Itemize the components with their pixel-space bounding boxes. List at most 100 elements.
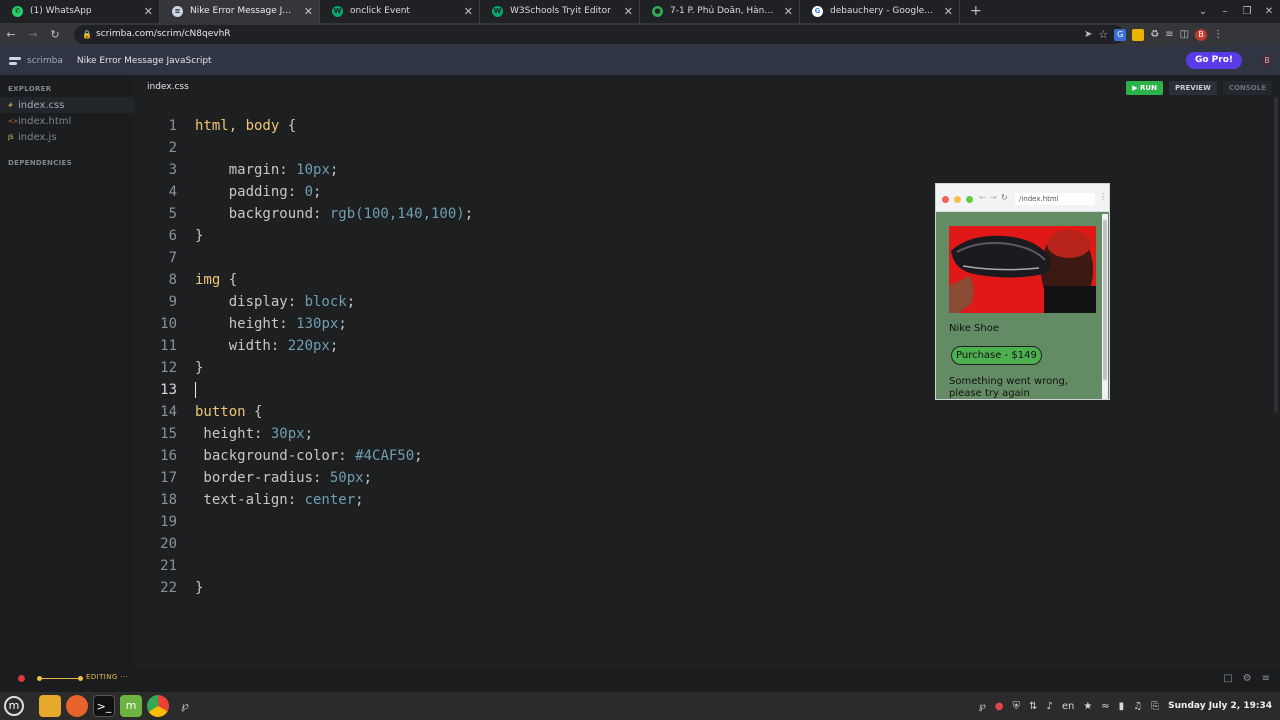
- mint-menu-icon[interactable]: m: [4, 696, 24, 716]
- terminal-icon[interactable]: >_: [93, 695, 115, 717]
- firefox-icon[interactable]: [66, 695, 88, 717]
- timeline-handle[interactable]: [78, 676, 83, 681]
- code-token: 130px: [296, 316, 339, 332]
- preview-reload-icon[interactable]: ↻: [1001, 193, 1008, 202]
- tab-close-icon[interactable]: ✕: [144, 0, 153, 23]
- browser-tab[interactable]: Gdebauchery - Google Search ✕: [800, 0, 960, 23]
- tab-search-icon[interactable]: ⌄: [1192, 0, 1214, 23]
- run-button[interactable]: ▶ RUN: [1126, 81, 1163, 95]
- bookmark-star-icon[interactable]: ☆: [1098, 28, 1108, 41]
- os-taskbar: m >_ m ℘ ℘ ● ⛨ ⇅ ♪ en ★ ≈ ▮ ♫ ⎘ Sunday J…: [0, 692, 1280, 720]
- line-number: 11: [160, 338, 177, 354]
- line-number: 14: [160, 404, 177, 420]
- close-window-icon[interactable]: ✕: [1258, 0, 1280, 23]
- chrome-menu-icon[interactable]: ⋮: [1213, 29, 1223, 40]
- preview-menu-icon[interactable]: ⋮: [1099, 192, 1107, 201]
- record-icon[interactable]: [18, 675, 25, 682]
- preview-url[interactable]: /index.html: [1015, 193, 1095, 205]
- preview-back-icon[interactable]: ←: [979, 193, 986, 202]
- code-token: text-align:: [195, 492, 305, 508]
- code-token: 50px: [329, 470, 364, 486]
- browser-tab[interactable]: Wonclick Event ✕: [320, 0, 480, 23]
- file-list: # index.css <> index.html JS index.js: [0, 97, 134, 145]
- tab-close-icon[interactable]: ✕: [624, 0, 633, 23]
- extensions-puzzle-icon[interactable]: ♻: [1150, 29, 1159, 40]
- scrimba-icon: ≡: [172, 6, 183, 17]
- purchase-button[interactable]: Purchase - $149: [951, 346, 1042, 365]
- share-icon[interactable]: ➤: [1084, 29, 1092, 40]
- preview-scroll-thumb[interactable]: [1103, 220, 1107, 380]
- browser-tab[interactable]: W W3Schools Tryit Editor ✕: [480, 0, 640, 23]
- translate-extension-icon[interactable]: G: [1114, 28, 1127, 41]
- browser-tab[interactable]: ✆ (1) WhatsApp ✕: [0, 0, 160, 23]
- scrimba-brand-text: scrimba: [27, 55, 63, 66]
- tab-close-icon[interactable]: ✕: [304, 0, 313, 23]
- scrimba-logo[interactable]: scrimba: [9, 56, 63, 66]
- reading-list-icon[interactable]: ≡: [1165, 29, 1173, 40]
- chrome-icon[interactable]: [147, 695, 169, 717]
- shield-icon[interactable]: ⛨: [1013, 701, 1021, 712]
- settings-gear-icon[interactable]: ⚙: [1243, 673, 1252, 684]
- line-number: 19: [160, 514, 177, 530]
- timeline-track[interactable]: [37, 678, 81, 679]
- recorder-icon[interactable]: ●: [995, 701, 1004, 712]
- restore-icon[interactable]: ❐: [1236, 0, 1258, 23]
- go-pro-button[interactable]: Go Pro!: [1185, 52, 1242, 69]
- tray-app-icon[interactable]: ℘: [979, 701, 986, 712]
- minimize-dot-icon[interactable]: [954, 196, 961, 203]
- tab-close-icon[interactable]: ✕: [784, 0, 793, 23]
- clipboard-icon[interactable]: ⎘: [1151, 701, 1159, 712]
- forward-icon[interactable]: →: [22, 28, 44, 41]
- tab-close-icon[interactable]: ✕: [944, 0, 953, 23]
- url-input[interactable]: 🔒 scrimba.com/scrim/cN8qevhR: [74, 25, 1124, 44]
- wifi-icon[interactable]: ≈: [1101, 701, 1109, 712]
- user-avatar[interactable]: B: [1260, 54, 1274, 68]
- mint-app-icon[interactable]: m: [120, 695, 142, 717]
- reload-icon[interactable]: ↻: [44, 28, 66, 41]
- minimize-icon[interactable]: –: [1214, 0, 1236, 23]
- run-label: RUN: [1140, 84, 1157, 92]
- browser-tab[interactable]: ≡ Nike Error Message JavaScri ✕: [160, 0, 320, 23]
- side-panel-icon[interactable]: ◫: [1180, 29, 1189, 40]
- language-indicator[interactable]: en: [1062, 701, 1075, 712]
- preview-titlebar: ← → ↻ /index.html ⋮: [936, 184, 1109, 212]
- error-message: Something went wrong, please try again: [949, 376, 1068, 399]
- editor-scrollbar[interactable]: [1274, 97, 1278, 413]
- music-icon[interactable]: ♫: [1133, 701, 1142, 712]
- files-folder-icon[interactable]: [39, 695, 61, 717]
- system-clock[interactable]: Sunday July 2, 19:34: [1168, 701, 1272, 711]
- file-item[interactable]: <> index.html: [0, 113, 134, 129]
- bookmark-icon[interactable]: □: [1223, 673, 1232, 684]
- code-token: html, body: [195, 118, 288, 134]
- network-icon[interactable]: ⇅: [1029, 701, 1037, 712]
- line-number: 20: [160, 536, 177, 552]
- favorite-star-icon[interactable]: ★: [1083, 701, 1092, 712]
- text-caret: [195, 382, 196, 398]
- preview-window[interactable]: ← → ↻ /index.html ⋮ Nike Shoe Purchase -…: [935, 183, 1110, 400]
- new-tab-icon[interactable]: +: [960, 0, 992, 23]
- pinned-app-icon[interactable]: ℘: [174, 695, 196, 717]
- back-icon[interactable]: ←: [0, 28, 22, 41]
- maximize-dot-icon[interactable]: [966, 196, 973, 203]
- preview-forward-icon[interactable]: →: [990, 193, 997, 202]
- profile-avatar[interactable]: B: [1195, 28, 1208, 41]
- file-item[interactable]: JS index.js: [0, 129, 134, 145]
- battery-icon[interactable]: ▮: [1119, 701, 1125, 712]
- preview-scrollbar[interactable]: [1102, 214, 1108, 399]
- file-item[interactable]: # index.css: [0, 97, 134, 113]
- browser-tab[interactable]: ● 7-1 P. Phủ Doãn, Hàng Bông, ✕: [640, 0, 800, 23]
- scrimba-header: scrimba Nike Error Message JavaScript Go…: [0, 46, 1280, 75]
- volume-icon[interactable]: ♪: [1046, 701, 1052, 712]
- extension-yellow-icon[interactable]: [1132, 28, 1145, 41]
- preview-button[interactable]: PREVIEW: [1168, 81, 1217, 95]
- dependencies-label[interactable]: DEPENDENCIES: [8, 159, 134, 167]
- console-button[interactable]: CONSOLE: [1222, 81, 1272, 95]
- editing-status: EDITING ···: [86, 673, 129, 681]
- close-dot-icon[interactable]: [942, 196, 949, 203]
- editor-tab-index-css[interactable]: index.css: [147, 82, 189, 92]
- tab-close-icon[interactable]: ✕: [464, 0, 473, 23]
- code-token: border-radius:: [195, 470, 330, 486]
- line-number: 4: [168, 184, 177, 200]
- menu-lines-icon[interactable]: ≡: [1262, 673, 1270, 684]
- code-token: ;: [329, 162, 339, 178]
